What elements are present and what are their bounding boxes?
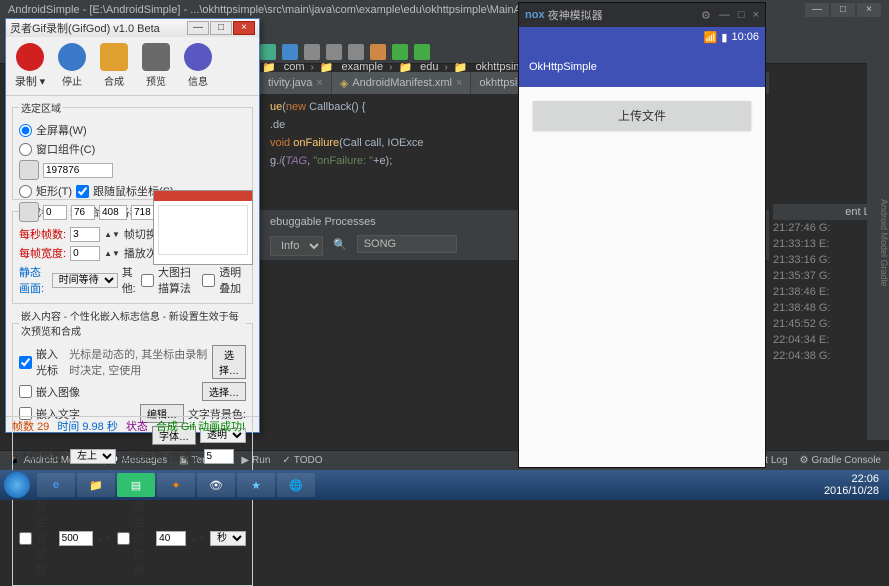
gifgod-titlebar[interactable]: 灵者Gif录制(GifGod) v1.0 Beta — □ × xyxy=(6,19,259,37)
debug-header: ebuggable Processes xyxy=(270,216,376,228)
compose-icon xyxy=(100,43,128,71)
cursor-select-button[interactable]: 选择… xyxy=(212,345,246,379)
minimize-button[interactable]: — xyxy=(187,21,209,35)
nox-logo: nox xyxy=(525,9,545,21)
rect-x-input[interactable] xyxy=(43,205,67,220)
bigsize-check[interactable] xyxy=(141,274,154,287)
rect-y-input[interactable] xyxy=(71,205,95,220)
tray-time: 22:06 xyxy=(824,473,879,485)
window-radio[interactable] xyxy=(19,143,32,156)
taskbar-app[interactable]: 👁 xyxy=(197,473,235,497)
margin-input[interactable] xyxy=(204,449,234,464)
maximize-button[interactable]: □ xyxy=(831,3,855,17)
area-legend: 选定区域 xyxy=(19,100,63,115)
taskbar-app[interactable]: ▤ xyxy=(117,473,155,497)
time-unit-select[interactable]: 秒 xyxy=(210,531,246,546)
ide-window-buttons: — □ × xyxy=(805,3,881,17)
preview-button[interactable]: 预览 xyxy=(136,41,176,91)
close-button[interactable]: × xyxy=(857,3,881,17)
watermark-select[interactable]: 左上 xyxy=(70,449,116,464)
windows-taskbar: e 📁 ▤ ✦ 👁 ★ 🌐 22:06 2016/10/28 xyxy=(0,470,889,500)
tool-tab[interactable]: ✓ TODO xyxy=(282,455,322,466)
preview-icon xyxy=(142,43,170,71)
android-statusbar: 📶▮ 10:06 xyxy=(519,27,765,47)
rect-w-input[interactable] xyxy=(99,205,127,220)
close-tab-icon[interactable]: × xyxy=(316,77,322,89)
embed-legend: 嵌入内容 - 个性化嵌入标志信息 - 新设置生效于每次预览和合成 xyxy=(19,308,246,338)
embed-image-check[interactable] xyxy=(19,385,32,398)
close-button[interactable]: × xyxy=(753,9,759,22)
taskbar-app[interactable]: 📁 xyxy=(77,473,115,497)
upload-button[interactable]: 上传文件 xyxy=(533,101,751,130)
record-icon xyxy=(16,43,44,71)
trans-check[interactable] xyxy=(202,274,215,287)
editor-tab[interactable]: ◈AndroidManifest.xml× xyxy=(332,72,471,94)
gifgod-statusbar: 帧数 29 时间 9.98 秒 状态合成 Gif 动画成功! xyxy=(6,416,259,432)
search-icon: 🔍 xyxy=(333,238,347,251)
rect-radio[interactable] xyxy=(19,185,32,198)
info-icon xyxy=(184,43,212,71)
fps-input[interactable] xyxy=(70,227,100,242)
gifgod-toolbar: 录制 ▾ 停止 合成 预览 信息 xyxy=(6,37,259,96)
taskbar-app[interactable]: ✦ xyxy=(157,473,195,497)
window-id-input[interactable] xyxy=(43,163,113,178)
log-search-input[interactable] xyxy=(357,235,457,253)
time-input[interactable] xyxy=(156,531,186,546)
nox-title: 夜神模拟器 xyxy=(548,7,603,23)
nox-titlebar[interactable]: nox 夜神模拟器 ⚙ — □ × xyxy=(519,3,765,27)
compose-button[interactable]: 合成 xyxy=(94,41,134,91)
clock: 10:06 xyxy=(731,31,759,44)
signal-icon: ▮ xyxy=(721,31,727,44)
start-button[interactable] xyxy=(4,472,30,498)
log-level-select[interactable]: Info xyxy=(270,236,323,256)
minimize-button[interactable]: — xyxy=(805,3,829,17)
width-input[interactable] xyxy=(70,246,100,261)
image-select-button[interactable]: 选择… xyxy=(202,382,246,401)
right-sidebar[interactable]: Android Model Gradle xyxy=(867,40,889,440)
frames-input[interactable] xyxy=(59,531,93,546)
taskbar-app[interactable]: ★ xyxy=(237,473,275,497)
embed-cursor-check[interactable] xyxy=(19,356,32,369)
android-content: 上传文件 xyxy=(519,87,765,467)
embed-fieldset: 嵌入内容 - 个性化嵌入标志信息 - 新设置生效于每次预览和合成 嵌入光标 光标… xyxy=(12,308,253,472)
gifgod-title: 灵者Gif录制(GifGod) v1.0 Beta xyxy=(10,20,160,36)
fullscreen-radio[interactable] xyxy=(19,124,32,137)
ide-title: AndroidSimple - [E:\AndroidSimple] - ...… xyxy=(8,4,559,16)
wifi-icon: 📶 xyxy=(704,31,718,44)
maximize-button[interactable]: □ xyxy=(210,21,232,35)
stop-icon xyxy=(58,43,86,71)
settings-icon[interactable]: ⚙ xyxy=(701,9,711,22)
close-tab-icon[interactable]: × xyxy=(456,77,462,89)
stop-button[interactable]: 停止 xyxy=(52,41,92,91)
maximize-button[interactable]: □ xyxy=(738,9,745,22)
follow-cursor-check[interactable] xyxy=(76,185,89,198)
minimize-button[interactable]: — xyxy=(719,9,730,22)
tool-tab[interactable]: ⚙ Gradle Console xyxy=(800,455,881,466)
limit-time-check[interactable] xyxy=(117,532,130,545)
gifgod-window: 灵者Gif录制(GifGod) v1.0 Beta — □ × 录制 ▾ 停止 … xyxy=(5,18,260,433)
xml-icon: ◈ xyxy=(340,77,348,90)
tray-date: 2016/10/28 xyxy=(824,485,879,497)
static-select[interactable]: 时间等待 xyxy=(52,273,118,288)
editor-tab[interactable]: tivity.java× xyxy=(260,72,331,94)
preview-thumbnail xyxy=(153,190,253,265)
picker-icon[interactable] xyxy=(19,160,39,180)
limit-frames-check[interactable] xyxy=(19,532,32,545)
system-tray[interactable]: 22:06 2016/10/28 xyxy=(824,473,885,497)
rect-picker-icon[interactable] xyxy=(19,202,39,222)
info-button[interactable]: 信息 xyxy=(178,41,218,91)
android-appbar: OkHttpSimple xyxy=(519,47,765,87)
record-button[interactable]: 录制 ▾ xyxy=(10,41,50,91)
area-fieldset: 选定区域 全屏幕(W) 窗口组件(C) 矩形(T) 跟随鼠标坐标(S) xyxy=(12,100,253,200)
close-button[interactable]: × xyxy=(233,21,255,35)
taskbar-app[interactable]: 🌐 xyxy=(277,473,315,497)
taskbar-app[interactable]: e xyxy=(37,473,75,497)
nox-window: nox 夜神模拟器 ⚙ — □ × 📶▮ 10:06 OkHttpSimple 上… xyxy=(518,2,766,468)
app-title: OkHttpSimple xyxy=(529,61,597,73)
